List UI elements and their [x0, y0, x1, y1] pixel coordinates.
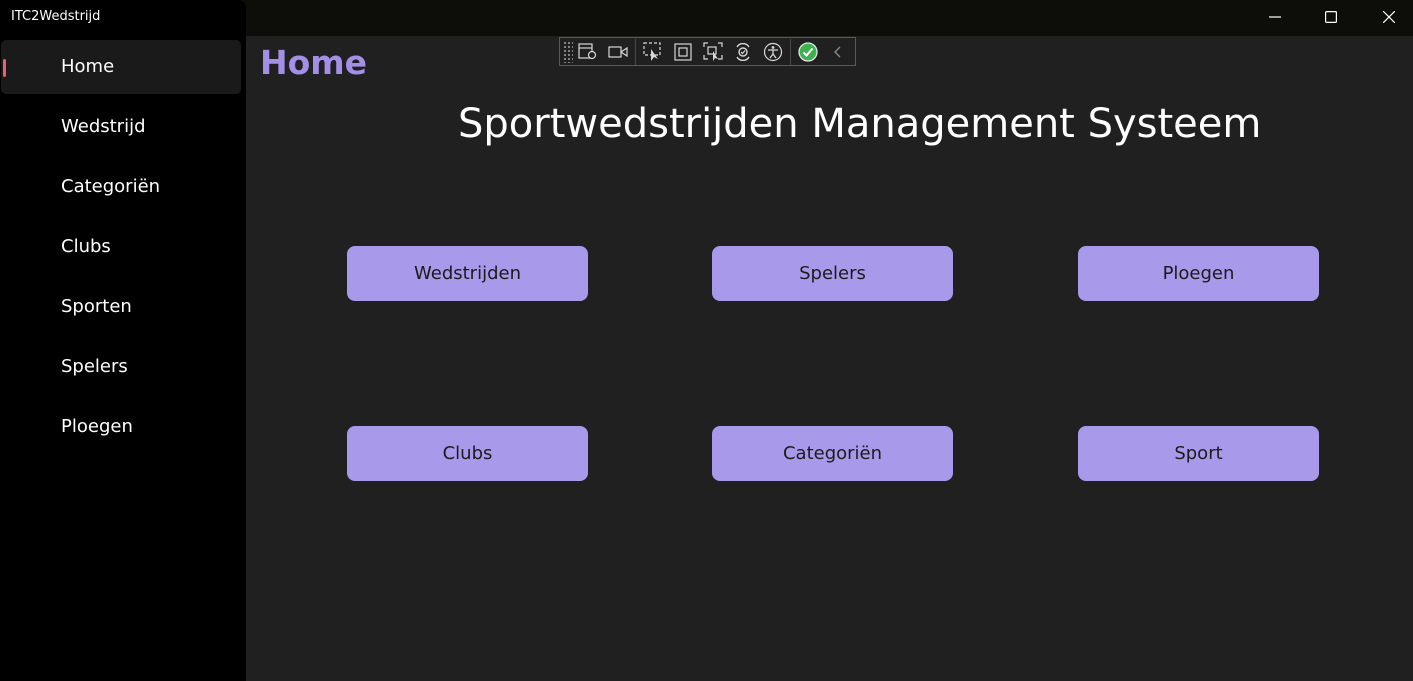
- checked-icon[interactable]: [794, 39, 822, 65]
- accessibility-icon[interactable]: [759, 39, 787, 65]
- live-visual-tree-icon[interactable]: [574, 39, 602, 65]
- hot-reload-icon[interactable]: [729, 39, 757, 65]
- clubs-button[interactable]: Clubs: [347, 426, 588, 481]
- sidebar-item-label: Clubs: [61, 236, 111, 257]
- wedstrijden-button[interactable]: Wedstrijden: [347, 246, 588, 301]
- sidebar-item-categorien[interactable]: Categoriën: [1, 160, 241, 214]
- close-button[interactable]: [1361, 0, 1413, 34]
- page-title: Home: [260, 43, 368, 82]
- sidebar-item-label: Ploegen: [61, 416, 133, 437]
- maximize-button[interactable]: [1303, 0, 1359, 34]
- sidebar: ITC2Wedstrijd Home Wedstrijd Categoriën …: [0, 0, 246, 681]
- sidebar-item-label: Spelers: [61, 356, 128, 377]
- close-icon: [1383, 11, 1395, 23]
- display-layout-adorners-icon[interactable]: [669, 39, 697, 65]
- sidebar-item-clubs[interactable]: Clubs: [1, 220, 241, 274]
- main-content: Home Sportwedstrijden Management Systeem…: [246, 37, 1413, 681]
- ploegen-button[interactable]: Ploegen: [1078, 246, 1319, 301]
- sidebar-item-label: Categoriën: [61, 176, 161, 197]
- collapse-chevron-icon[interactable]: [824, 39, 852, 65]
- record-icon[interactable]: [604, 39, 632, 65]
- spelers-button[interactable]: Spelers: [712, 246, 953, 301]
- main-heading: Sportwedstrijden Management Systeem: [458, 101, 1262, 147]
- minimize-icon: [1269, 16, 1281, 18]
- sport-button[interactable]: Sport: [1078, 426, 1319, 481]
- app-window: Home Sportwedstrijden Management Systeem…: [0, 0, 1413, 681]
- selection-indicator: [3, 59, 6, 77]
- categorien-button[interactable]: Categoriën: [712, 426, 953, 481]
- sidebar-item-label: Wedstrijd: [61, 116, 146, 137]
- debug-toolbar: [559, 37, 856, 66]
- sidebar-item-label: Sporten: [61, 296, 132, 317]
- sidebar-item-ploegen[interactable]: Ploegen: [1, 400, 241, 454]
- maximize-icon: [1325, 11, 1337, 23]
- track-focus-icon[interactable]: [699, 39, 727, 65]
- sidebar-item-wedstrijd[interactable]: Wedstrijd: [1, 100, 241, 154]
- sidebar-item-spelers[interactable]: Spelers: [1, 340, 241, 394]
- toolbar-grip[interactable]: [563, 40, 573, 63]
- app-title: ITC2Wedstrijd: [11, 9, 101, 24]
- sidebar-item-sporten[interactable]: Sporten: [1, 280, 241, 334]
- sidebar-item-label: Home: [61, 56, 115, 77]
- minimize-button[interactable]: [1247, 0, 1303, 34]
- sidebar-item-home[interactable]: Home: [1, 40, 241, 94]
- select-element-icon[interactable]: [639, 39, 667, 65]
